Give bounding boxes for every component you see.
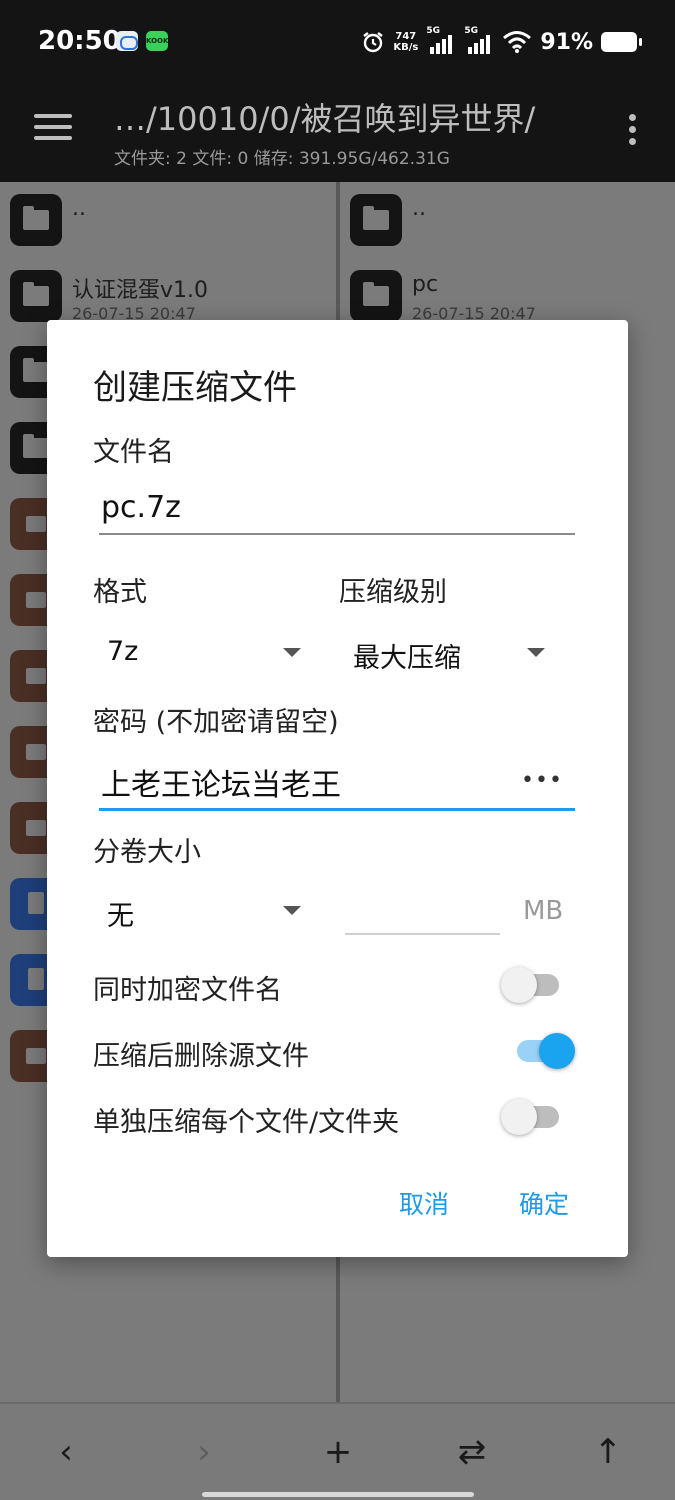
wifi-icon xyxy=(503,31,532,53)
battery-percent: 91% xyxy=(540,29,593,55)
status-bar: 20:50 KOOK 747 KB/s 5G 5G 91% xyxy=(0,0,675,84)
bottom-toolbar: ‹ › + ⇄ ↑ xyxy=(0,1402,675,1500)
signal-2: 5G xyxy=(464,26,494,56)
toggle-thumb xyxy=(501,967,537,1003)
encrypt-filenames-toggle[interactable] xyxy=(501,965,563,1005)
compress-individually-toggle[interactable] xyxy=(501,1097,563,1137)
file-list-item[interactable]: .. xyxy=(0,182,336,258)
folder-icon xyxy=(10,194,62,246)
current-path: …/10010/0/被召唤到异世界/ xyxy=(114,100,536,138)
folder-icon xyxy=(10,270,62,322)
delete-source-toggle[interactable] xyxy=(513,1031,575,1071)
signal-bars-icon xyxy=(430,35,453,54)
compression-level-value: 最大压缩 xyxy=(353,643,461,674)
volume-size-label: 分卷大小 xyxy=(93,837,201,868)
volume-size-select-value: 无 xyxy=(107,901,134,932)
forward-button[interactable]: › xyxy=(184,1432,224,1472)
compression-level-select[interactable]: 最大压缩 xyxy=(353,636,553,676)
password-input[interactable]: 上老王论坛当老王 xyxy=(101,760,341,804)
dialog-title: 创建压缩文件 xyxy=(93,368,297,408)
status-indicators: 747 KB/s 5G 5G 91% xyxy=(361,22,642,62)
signal-1: 5G xyxy=(426,26,456,56)
net-speed: 747 KB/s xyxy=(393,31,418,53)
alarm-icon xyxy=(363,32,384,53)
file-name: .. xyxy=(412,196,426,221)
toggle-thumb xyxy=(501,1099,537,1135)
cancel-button[interactable]: 取消 xyxy=(399,1185,449,1221)
compression-level-label: 压缩级别 xyxy=(339,577,447,608)
volume-size-select[interactable]: 无 xyxy=(107,894,307,934)
ok-button[interactable]: 确定 xyxy=(519,1185,569,1221)
up-directory-button[interactable]: ↑ xyxy=(588,1432,628,1472)
menu-icon[interactable] xyxy=(34,114,72,144)
file-name: 认证混蛋v1.0 xyxy=(72,278,209,303)
password-underline xyxy=(99,808,575,811)
cloud-app-icon xyxy=(116,31,138,51)
battery-icon xyxy=(601,32,642,52)
chevron-down-icon xyxy=(283,906,301,915)
password-visibility-icon[interactable]: ••• xyxy=(521,768,563,793)
app-bar: …/10010/0/被召唤到异世界/ 文件夹: 2 文件: 0 储存: 391.… xyxy=(0,84,675,182)
file-name: .. xyxy=(72,196,86,221)
format-select-value: 7z xyxy=(107,636,139,667)
volume-size-underline xyxy=(345,933,500,935)
filename-label: 文件名 xyxy=(93,437,174,468)
format-select[interactable]: 7z xyxy=(107,636,307,676)
net-speed-unit: KB/s xyxy=(393,42,419,53)
back-button[interactable]: ‹ xyxy=(46,1432,86,1472)
more-options-icon[interactable] xyxy=(629,114,637,148)
add-button[interactable]: + xyxy=(318,1432,358,1472)
encrypt-filenames-label: 同时加密文件名 xyxy=(93,975,282,1006)
toggle-thumb xyxy=(539,1033,575,1069)
status-time: 20:50 xyxy=(38,26,121,56)
folder-icon xyxy=(350,194,402,246)
home-indicator[interactable] xyxy=(202,1492,474,1497)
filename-underline xyxy=(99,533,575,535)
file-list-item[interactable]: .. xyxy=(340,182,675,258)
chevron-down-icon xyxy=(527,648,545,657)
net-speed-value: 747 xyxy=(395,31,417,42)
file-name: pc xyxy=(412,272,439,297)
chevron-down-icon xyxy=(283,648,301,657)
password-label: 密码 (不加密请留空) xyxy=(93,707,339,738)
delete-source-label: 压缩后删除源文件 xyxy=(93,1041,309,1072)
swap-panes-button[interactable]: ⇄ xyxy=(452,1432,492,1472)
compress-individually-label: 单独压缩每个文件/文件夹 xyxy=(93,1107,400,1138)
kook-app-icon: KOOK xyxy=(146,31,168,51)
filename-input[interactable]: pc.7z xyxy=(101,490,181,525)
create-archive-dialog: 创建压缩文件 文件名 pc.7z 格式 压缩级别 7z 最大压缩 密码 (不加密… xyxy=(47,320,628,1257)
signal-bars-icon xyxy=(468,35,491,54)
format-label: 格式 xyxy=(93,577,147,608)
folder-icon xyxy=(350,270,402,322)
folder-summary: 文件夹: 2 文件: 0 储存: 391.95G/462.31G xyxy=(114,149,450,169)
volume-unit-label: MB xyxy=(523,896,564,926)
